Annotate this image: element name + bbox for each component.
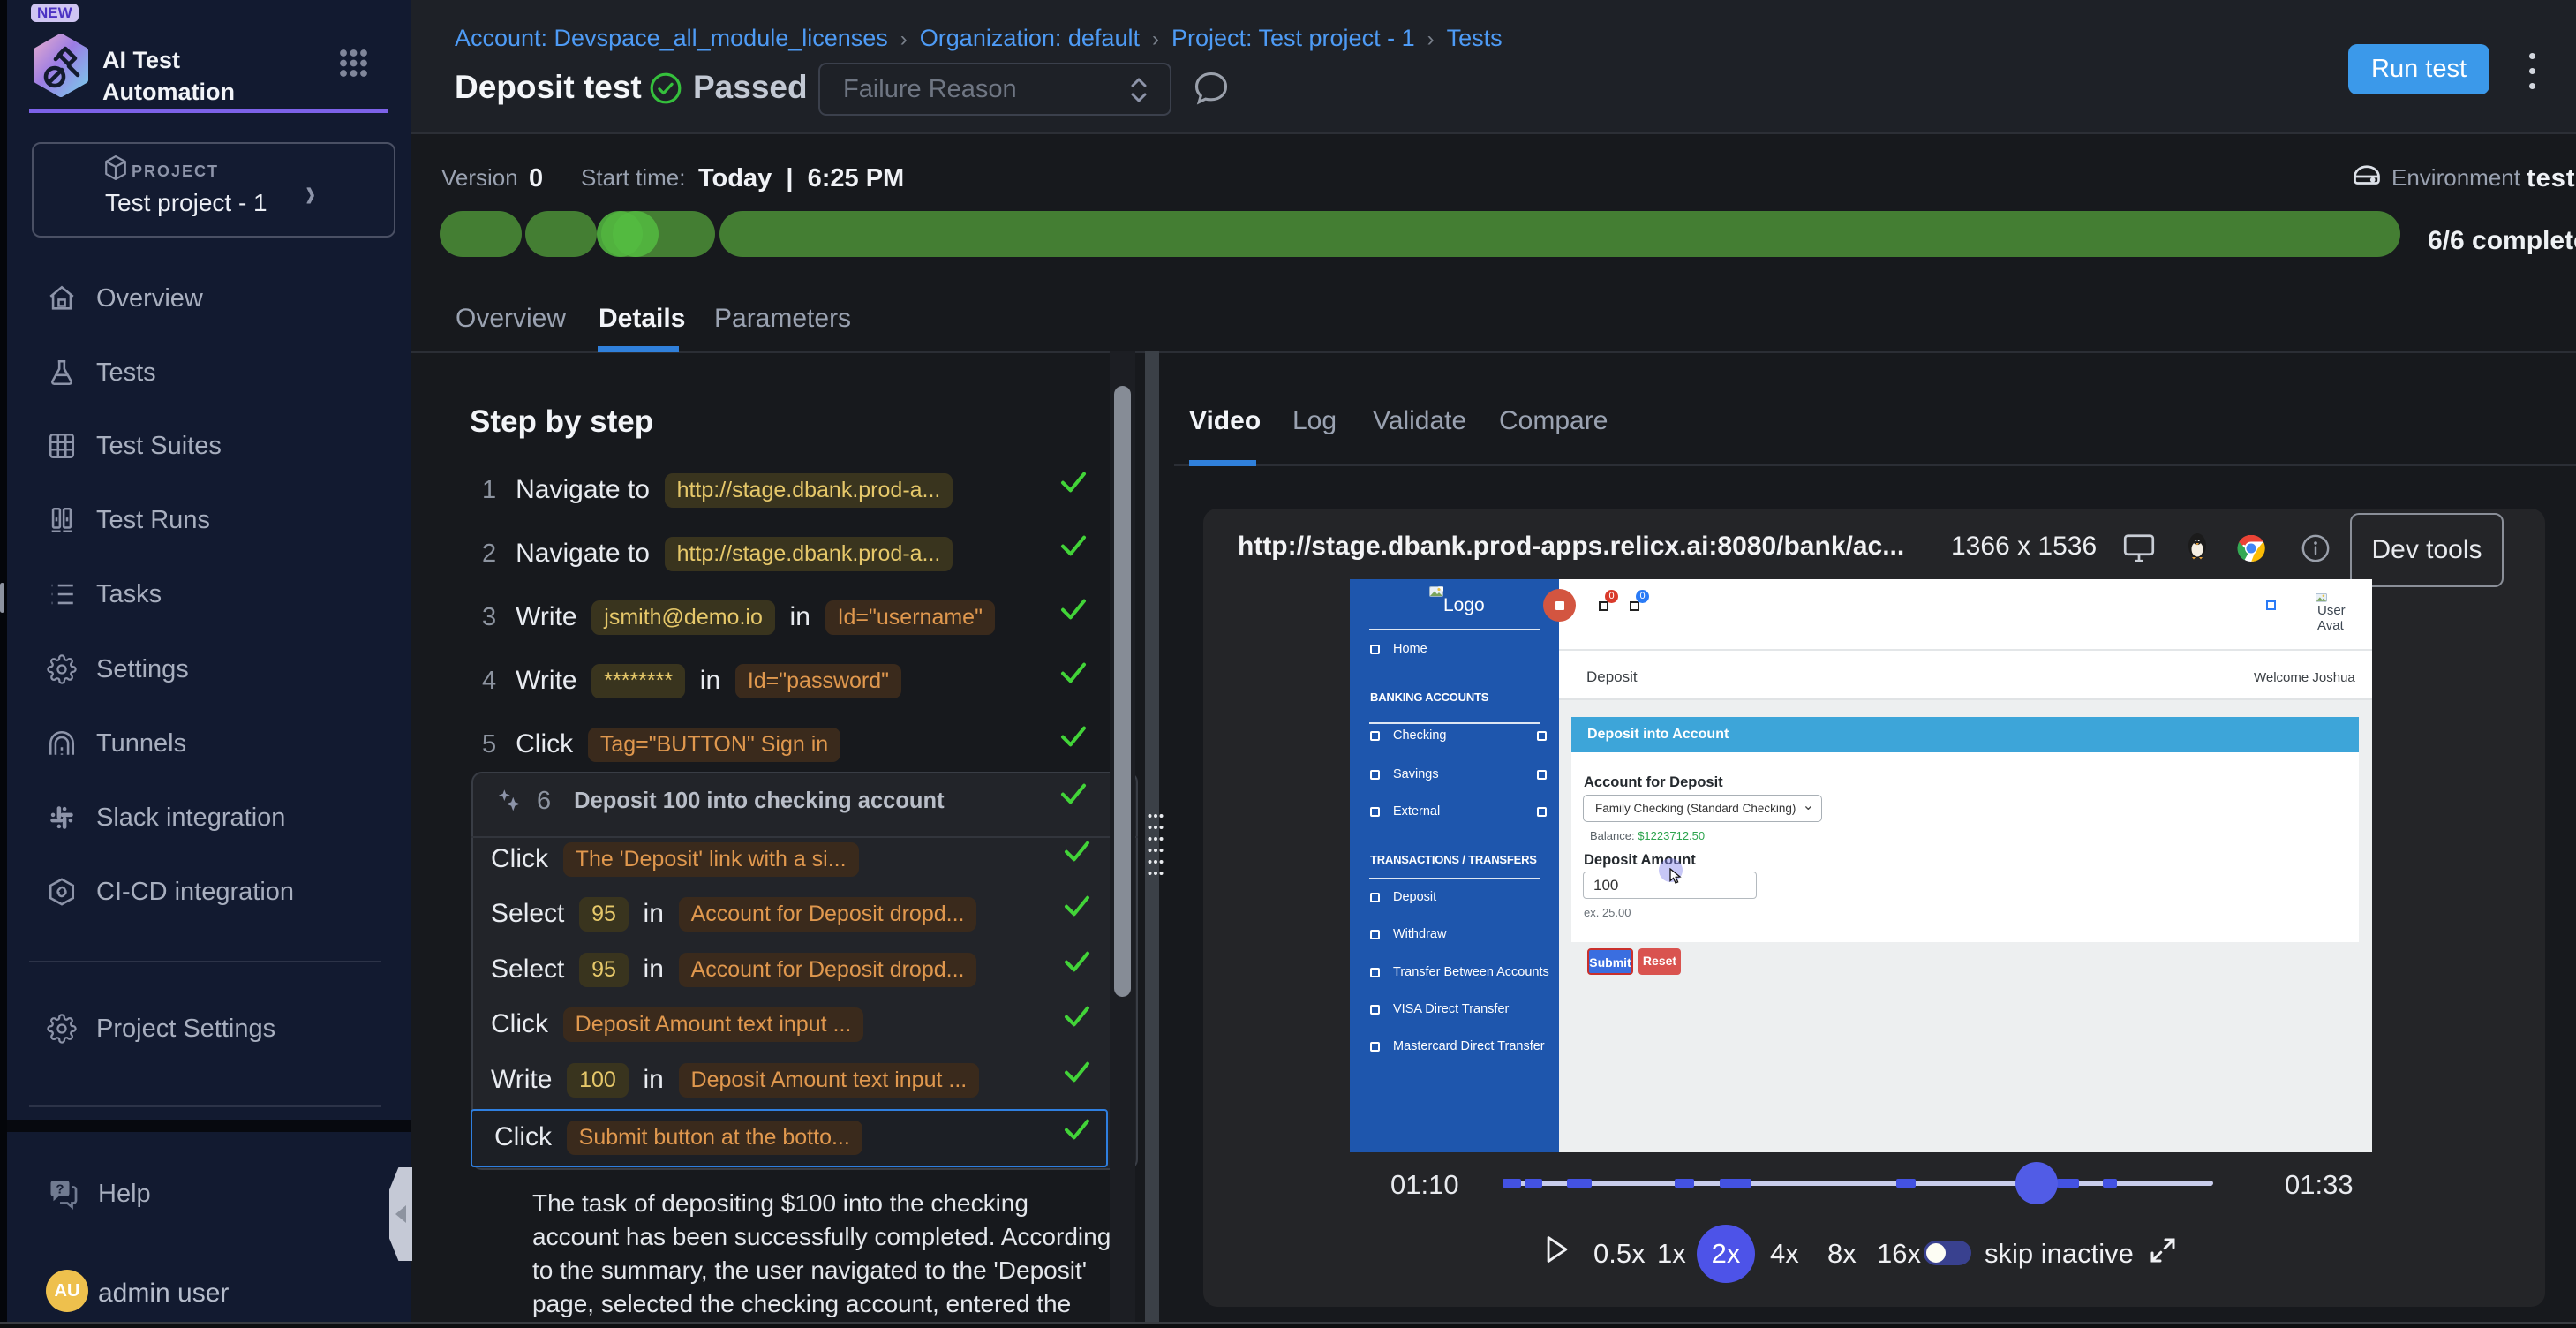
svg-text:?: ? (56, 1181, 64, 1196)
